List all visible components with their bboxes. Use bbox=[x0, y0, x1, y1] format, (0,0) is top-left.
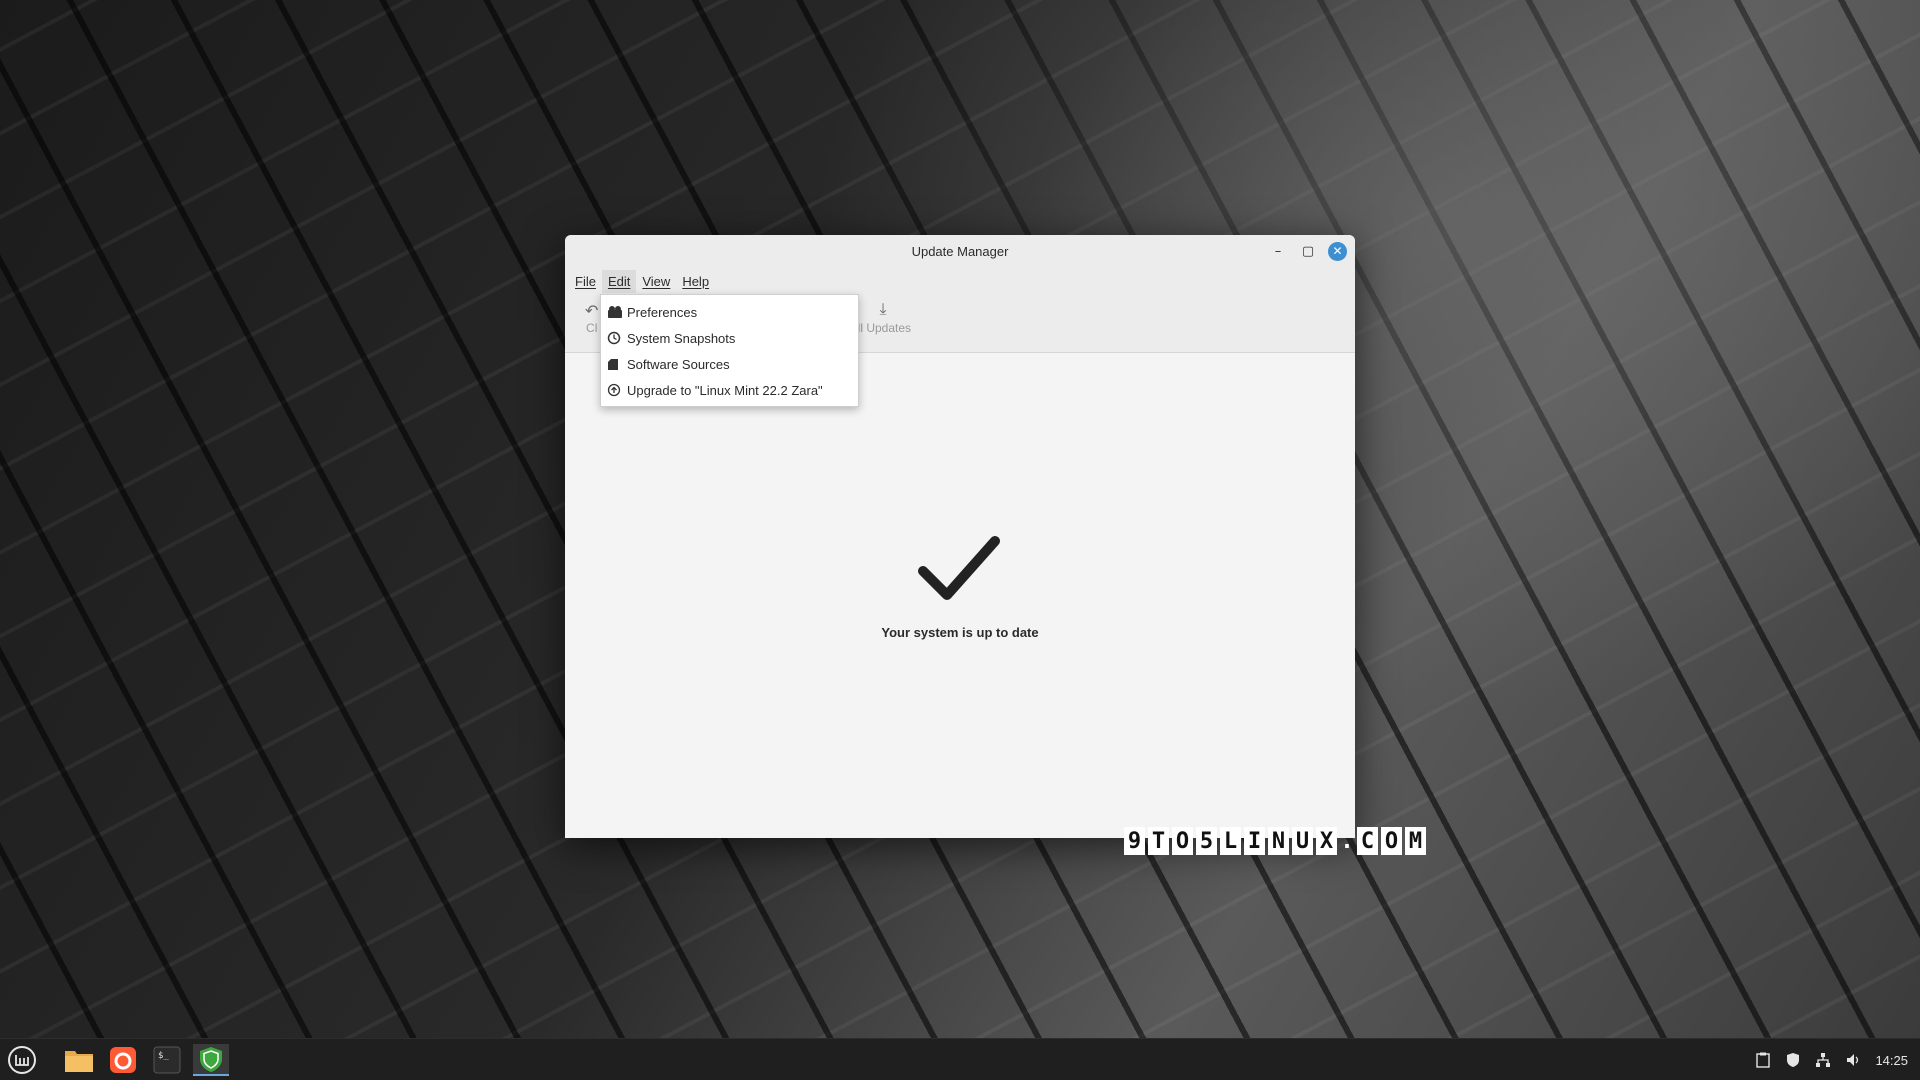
clock[interactable]: 14:25 bbox=[1875, 1053, 1908, 1068]
watermark-char: 9 bbox=[1124, 827, 1145, 855]
menu-help[interactable]: Help bbox=[676, 270, 715, 293]
upgrade-arrow-icon bbox=[607, 383, 627, 397]
package-icon bbox=[607, 358, 627, 371]
watermark-char: I bbox=[1244, 827, 1265, 855]
edit-menu-dropdown: Preferences System Snapshots Software So… bbox=[600, 294, 859, 407]
update-shield-tray-icon[interactable] bbox=[1785, 1052, 1801, 1068]
close-button[interactable]: ✕ bbox=[1328, 241, 1347, 261]
terminal-button[interactable]: $_ bbox=[149, 1044, 185, 1076]
install-updates-label: ill Updates bbox=[855, 321, 912, 335]
menubar: File Edit View Help bbox=[565, 268, 1355, 295]
clear-button[interactable]: ↶ Cl bbox=[585, 301, 598, 335]
watermark-char: M bbox=[1405, 827, 1426, 855]
update-manager-taskbar-button[interactable] bbox=[193, 1044, 229, 1076]
update-manager-shield-icon bbox=[200, 1047, 222, 1072]
firefox-icon bbox=[110, 1047, 136, 1073]
watermark-char: L bbox=[1220, 827, 1241, 855]
watermark-char: C bbox=[1357, 827, 1378, 855]
terminal-icon: $_ bbox=[153, 1046, 181, 1074]
snapshot-clock-icon bbox=[607, 331, 627, 345]
menu-item-label: Upgrade to "Linux Mint 22.2 Zara" bbox=[627, 382, 823, 398]
download-icon: ⤓ bbox=[879, 301, 887, 318]
watermark-char: T bbox=[1148, 827, 1169, 855]
window-title: Update Manager bbox=[911, 244, 1009, 259]
watermark-char: O bbox=[1381, 827, 1402, 855]
taskbar: $_ 14:25 bbox=[0, 1038, 1920, 1080]
menu-item-label: Software Sources bbox=[627, 356, 730, 372]
volume-icon[interactable] bbox=[1845, 1052, 1861, 1068]
checkmark-icon bbox=[918, 536, 1000, 600]
install-updates-button[interactable]: ⤓ ill Updates bbox=[855, 301, 911, 335]
main-content: Your system is up to date bbox=[565, 353, 1355, 838]
clipboard-icon[interactable] bbox=[1755, 1052, 1771, 1068]
watermark-char: O bbox=[1172, 827, 1193, 855]
mint-menu-icon bbox=[8, 1046, 36, 1074]
system-tray: 14:25 bbox=[1755, 1039, 1908, 1080]
files-icon bbox=[65, 1051, 93, 1072]
watermark-char: N bbox=[1268, 827, 1289, 855]
menu-item-preferences[interactable]: Preferences bbox=[601, 299, 858, 325]
watermark-char: . bbox=[1340, 828, 1354, 854]
clear-icon: ↶ bbox=[585, 303, 599, 320]
svg-text:$_: $_ bbox=[158, 1051, 169, 1061]
mint-menu-button[interactable] bbox=[4, 1044, 40, 1076]
menu-edit[interactable]: Edit bbox=[601, 270, 637, 293]
status-message: Your system is up to date bbox=[881, 625, 1039, 640]
watermark: 9 T O 5 L I N U X . C O M bbox=[1124, 827, 1426, 855]
minimize-button[interactable]: – bbox=[1268, 241, 1288, 261]
menu-item-upgrade[interactable]: Upgrade to "Linux Mint 22.2 Zara" bbox=[601, 377, 858, 403]
menu-view[interactable]: View bbox=[636, 270, 676, 293]
watermark-char: 5 bbox=[1196, 827, 1217, 855]
menu-item-software-sources[interactable]: Software Sources bbox=[601, 351, 858, 377]
network-icon[interactable] bbox=[1815, 1052, 1831, 1068]
preferences-icon bbox=[607, 305, 627, 319]
maximize-button[interactable]: ▢ bbox=[1298, 241, 1318, 261]
clear-button-label: Cl bbox=[586, 321, 598, 335]
window-titlebar[interactable]: Update Manager – ▢ ✕ bbox=[565, 235, 1355, 268]
watermark-char: U bbox=[1292, 827, 1313, 855]
watermark-char: X bbox=[1316, 827, 1337, 855]
menu-item-label: Preferences bbox=[627, 304, 698, 320]
files-button[interactable] bbox=[61, 1044, 97, 1076]
menu-item-label: System Snapshots bbox=[627, 330, 736, 346]
menu-item-system-snapshots[interactable]: System Snapshots bbox=[601, 325, 858, 351]
menu-file[interactable]: File bbox=[569, 270, 602, 293]
firefox-button[interactable] bbox=[105, 1044, 141, 1076]
